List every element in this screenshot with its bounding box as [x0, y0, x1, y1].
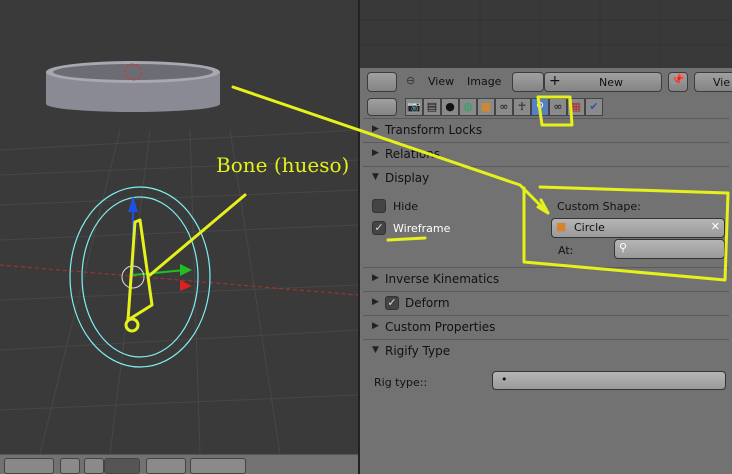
- render-layers-tab[interactable]: ▤: [423, 98, 441, 116]
- viewport-header: [0, 454, 358, 474]
- y-gizmo-arrow: [180, 264, 192, 276]
- view-dropdown[interactable]: Vie: [694, 72, 732, 92]
- hide-label: Hide: [393, 200, 419, 213]
- rig-type-field[interactable]: •: [492, 371, 726, 390]
- properties-editor: 📷 ▤ ● ◍ ■ ∞ ☥ ⚲ ∞ ▦ ✔ ▶ Transform Locks ▶…: [358, 96, 732, 474]
- image-editor-header: ⊖ View Image + New 📌 Vie: [358, 68, 732, 96]
- panel-deform[interactable]: ▶ ✓ Deform: [363, 291, 729, 315]
- view-menu[interactable]: View: [428, 75, 454, 88]
- scene-tab[interactable]: ●: [441, 98, 459, 116]
- world-tab[interactable]: ◍: [459, 98, 477, 116]
- hide-checkbox[interactable]: [372, 199, 386, 213]
- properties-editor-type[interactable]: [367, 98, 397, 116]
- object-tab[interactable]: ■: [477, 98, 495, 116]
- 3d-viewport[interactable]: [0, 0, 359, 455]
- armature-data-tab[interactable]: ☥: [513, 98, 531, 116]
- magnet-snap-icon[interactable]: [84, 458, 104, 474]
- wireframe-label: Wireframe: [393, 222, 451, 235]
- plus-icon: +: [549, 73, 561, 89]
- x-gizmo-arrow: [180, 280, 192, 291]
- bone-icon: ⚲: [619, 241, 628, 254]
- new-image-button[interactable]: + New: [544, 72, 662, 92]
- render-tab[interactable]: 📷: [405, 98, 423, 116]
- texture-tab[interactable]: ▦: [567, 98, 585, 116]
- pose-copy-paste-icon[interactable]: [190, 458, 246, 474]
- deform-checkbox[interactable]: ✓: [385, 296, 399, 310]
- render-opengl-icon[interactable]: [146, 458, 186, 474]
- ring-mesh: [46, 61, 220, 112]
- panel-custom-properties[interactable]: ▶ Custom Properties: [363, 315, 729, 339]
- at-label: At:: [558, 244, 574, 257]
- rig-type-label: Rig type::: [374, 376, 428, 389]
- image-browse-button[interactable]: [512, 72, 544, 92]
- floor-grid: [0, 129, 359, 455]
- snap-element-select[interactable]: [104, 458, 140, 474]
- wireframe-checkbox[interactable]: ✓: [372, 221, 386, 235]
- collapse-menu-icon[interactable]: ⊖: [406, 74, 415, 87]
- image-menu[interactable]: Image: [467, 75, 501, 88]
- panel-display[interactable]: ▼ Display Hide ✓ Wireframe Custom Shape: …: [363, 166, 729, 276]
- layers-grid-button[interactable]: [4, 458, 54, 474]
- panel-relations[interactable]: ▶ Relations: [363, 142, 729, 166]
- object-cube-icon: ■: [556, 220, 567, 233]
- x-axis-line: [0, 264, 359, 296]
- panel-rigify-type[interactable]: ▼ Rigify Type Rig type:: •: [363, 339, 729, 399]
- clear-x-icon[interactable]: ✕: [711, 220, 720, 233]
- custom-shape-field[interactable]: ■ Circle ✕: [551, 218, 725, 238]
- custom-shape-label: Custom Shape:: [557, 200, 641, 213]
- pin-icon[interactable]: 📌: [668, 72, 688, 92]
- constraints-tab[interactable]: ∞: [495, 98, 513, 116]
- physics-tab[interactable]: ✔: [585, 98, 603, 116]
- editor-type-selector[interactable]: [367, 72, 397, 92]
- bone-constraints-tab[interactable]: ∞: [549, 98, 567, 116]
- image-editor-canvas[interactable]: [358, 0, 732, 68]
- manipulator-icon[interactable]: [60, 458, 80, 474]
- viewport-scene: [0, 61, 359, 455]
- panel-inverse-kinematics[interactable]: ▶ Inverse Kinematics: [363, 267, 729, 291]
- panel-transform-locks[interactable]: ▶ Transform Locks: [363, 118, 729, 142]
- at-bone-field[interactable]: ⚲: [614, 239, 725, 259]
- bone-tab[interactable]: ⚲: [531, 98, 549, 116]
